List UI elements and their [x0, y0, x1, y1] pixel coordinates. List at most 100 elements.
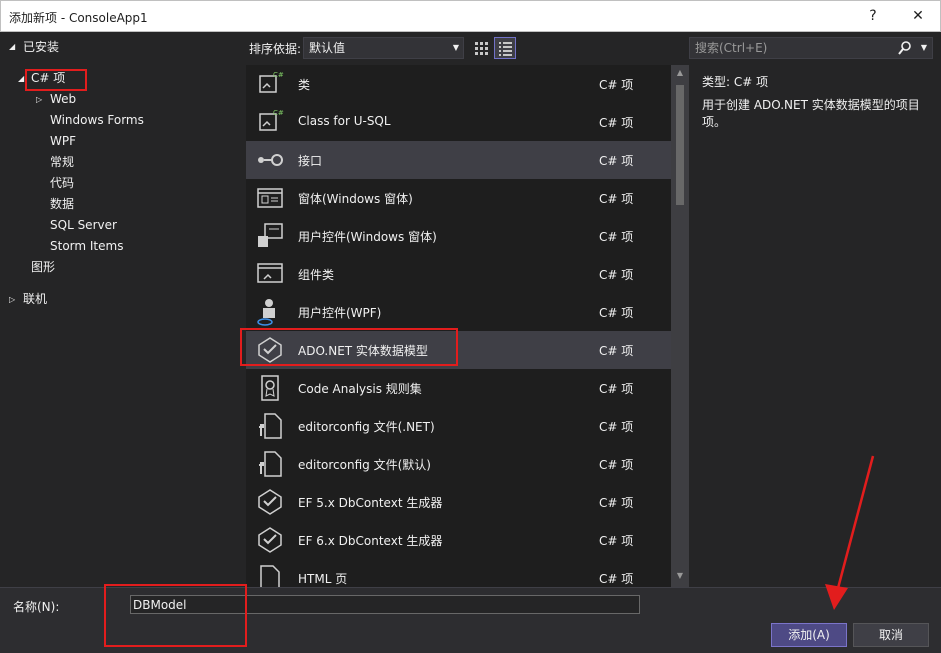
- scroll-down-arrow-icon[interactable]: ▼: [671, 571, 689, 580]
- tree-item-online[interactable]: 联机: [23, 289, 47, 309]
- item-language: C# 项: [599, 420, 634, 434]
- html-file-icon: [260, 565, 280, 587]
- tree-item-wpf[interactable]: WPF: [50, 131, 76, 151]
- config-file-icon: [259, 451, 282, 477]
- item-language: C# 项: [599, 306, 634, 320]
- svg-text:C#: C#: [273, 109, 284, 117]
- item-name: 用户控件(Windows 窗体): [298, 230, 437, 244]
- item-language: C# 项: [599, 78, 634, 92]
- title-bar: 添加新项 - ConsoleApp1 ? ✕: [0, 0, 941, 32]
- list-item[interactable]: EF 6.x DbContext 生成器 C# 项: [246, 521, 671, 559]
- list-item[interactable]: editorconfig 文件(默认) C# 项: [246, 445, 671, 483]
- item-language: C# 项: [599, 268, 634, 282]
- list-item[interactable]: 窗体(Windows 窗体) C# 项: [246, 179, 671, 217]
- item-name: editorconfig 文件(.NET): [298, 420, 435, 434]
- class-icon: C#: [259, 71, 284, 93]
- item-name: HTML 页: [298, 572, 348, 586]
- list-item[interactable]: editorconfig 文件(.NET) C# 项: [246, 407, 671, 445]
- expand-arrow-icon[interactable]: ▷: [36, 95, 42, 104]
- item-language: C# 项: [599, 458, 634, 472]
- search-options-arrow-icon[interactable]: ▼: [921, 38, 927, 58]
- scroll-thumb[interactable]: [676, 85, 684, 205]
- small-icons-view-button[interactable]: [470, 37, 492, 59]
- scroll-up-arrow-icon[interactable]: ▲: [671, 68, 689, 77]
- item-name: 接口: [298, 154, 323, 168]
- help-button[interactable]: ?: [853, 1, 893, 32]
- tree-item-web[interactable]: Web: [50, 89, 76, 109]
- tree-item-sqlserver[interactable]: SQL Server: [50, 215, 117, 235]
- item-name: 组件类: [298, 268, 335, 282]
- annotation-box-csharp: [25, 69, 87, 91]
- item-name: editorconfig 文件(默认): [298, 458, 431, 472]
- list-item[interactable]: Code Analysis 规则集 C# 项: [246, 369, 671, 407]
- search-placeholder: 搜索(Ctrl+E): [695, 41, 768, 55]
- entity-model-icon: [258, 527, 282, 553]
- list-item[interactable]: 用户控件(Windows 窗体) C# 项: [246, 217, 671, 255]
- usercontrol-icon: [258, 223, 283, 247]
- tree-item-storm[interactable]: Storm Items: [50, 236, 123, 256]
- item-name: Class for U-SQL: [298, 114, 391, 128]
- item-language: C# 项: [599, 230, 634, 244]
- list-item[interactable]: EF 5.x DbContext 生成器 C# 项: [246, 483, 671, 521]
- close-button[interactable]: ✕: [898, 1, 938, 32]
- list-item[interactable]: C# Class for U-SQL C# 项: [246, 103, 671, 141]
- item-name: 窗体(Windows 窗体): [298, 192, 413, 206]
- sort-label: 排序依据:: [249, 42, 302, 56]
- list-item[interactable]: 组件类 C# 项: [246, 255, 671, 293]
- item-description: 用于创建 ADO.NET 实体数据模型的项目项。: [702, 98, 920, 129]
- collapse-arrow-icon[interactable]: ◢: [9, 42, 15, 51]
- entity-model-icon: [258, 489, 282, 515]
- search-icon[interactable]: [898, 40, 912, 56]
- item-language: C# 项: [599, 572, 634, 586]
- class-icon: C#: [259, 109, 284, 131]
- list-item[interactable]: C# 类 C# 项: [246, 65, 671, 103]
- list-item[interactable]: HTML 页 C# 项: [246, 559, 671, 587]
- item-name: 用户控件(WPF): [298, 306, 382, 320]
- item-name: Code Analysis 规则集: [298, 382, 422, 396]
- item-language: C# 项: [599, 344, 634, 358]
- type-value: C# 项: [733, 75, 769, 89]
- item-language: C# 项: [599, 382, 634, 396]
- item-language: C# 项: [599, 534, 634, 548]
- expand-arrow-icon[interactable]: ▷: [9, 295, 15, 304]
- item-name: 类: [298, 78, 311, 92]
- tree-item-code[interactable]: 代码: [50, 173, 74, 193]
- type-label: 类型:: [702, 75, 731, 89]
- config-file-icon: [259, 413, 282, 439]
- list-scrollbar[interactable]: ▲ ▼: [671, 65, 689, 587]
- name-label: 名称(N):: [13, 600, 60, 614]
- window-title: 添加新项 - ConsoleApp1: [9, 11, 148, 25]
- annotation-box-name: [104, 584, 247, 647]
- search-input[interactable]: 搜索(Ctrl+E) ▼: [689, 37, 933, 59]
- cancel-button[interactable]: 取消: [853, 623, 929, 647]
- list-item[interactable]: 用户控件(WPF) C# 项: [246, 293, 671, 331]
- tree-item-general[interactable]: 常规: [50, 152, 74, 172]
- type-row: 类型: C# 项: [702, 73, 768, 90]
- item-name: EF 6.x DbContext 生成器: [298, 534, 443, 548]
- collapse-arrow-icon[interactable]: ◢: [18, 74, 24, 83]
- grid-icon: [475, 42, 488, 55]
- tree-item-installed[interactable]: 已安装: [23, 37, 59, 57]
- svg-text:C#: C#: [273, 71, 284, 79]
- tree-item-data[interactable]: 数据: [50, 194, 74, 214]
- tree-item-graphics[interactable]: 图形: [31, 257, 55, 277]
- template-list: C# 类 C# 项 C# Class for U-SQL C# 项 接口 C# …: [246, 65, 689, 587]
- add-button[interactable]: 添加(A): [771, 623, 847, 647]
- wpf-usercontrol-icon: [257, 299, 275, 326]
- item-language: C# 项: [599, 192, 634, 206]
- interface-icon: [258, 154, 283, 166]
- ruleset-icon: [261, 375, 279, 401]
- dropdown-arrow-icon: ▼: [452, 43, 459, 52]
- sort-value: 默认值: [309, 41, 346, 55]
- tree-item-winforms[interactable]: Windows Forms: [50, 110, 144, 130]
- list-icon: [499, 42, 512, 56]
- item-name: EF 5.x DbContext 生成器: [298, 496, 443, 510]
- annotation-box-ado-net: [240, 328, 458, 366]
- sort-dropdown[interactable]: 默认值 ▼: [303, 37, 464, 59]
- item-language: C# 项: [599, 496, 634, 510]
- list-view-button[interactable]: [494, 37, 516, 59]
- list-item[interactable]: 接口 C# 项: [246, 141, 671, 179]
- details-pane: 类型: C# 项 用于创建 ADO.NET 实体数据模型的项目项。: [689, 65, 941, 587]
- annotation-arrow-icon: [825, 455, 875, 610]
- template-tree: ◢ 已安装 ◢ C# 项 ▷ Web Windows Forms WPF 常规 …: [0, 32, 243, 587]
